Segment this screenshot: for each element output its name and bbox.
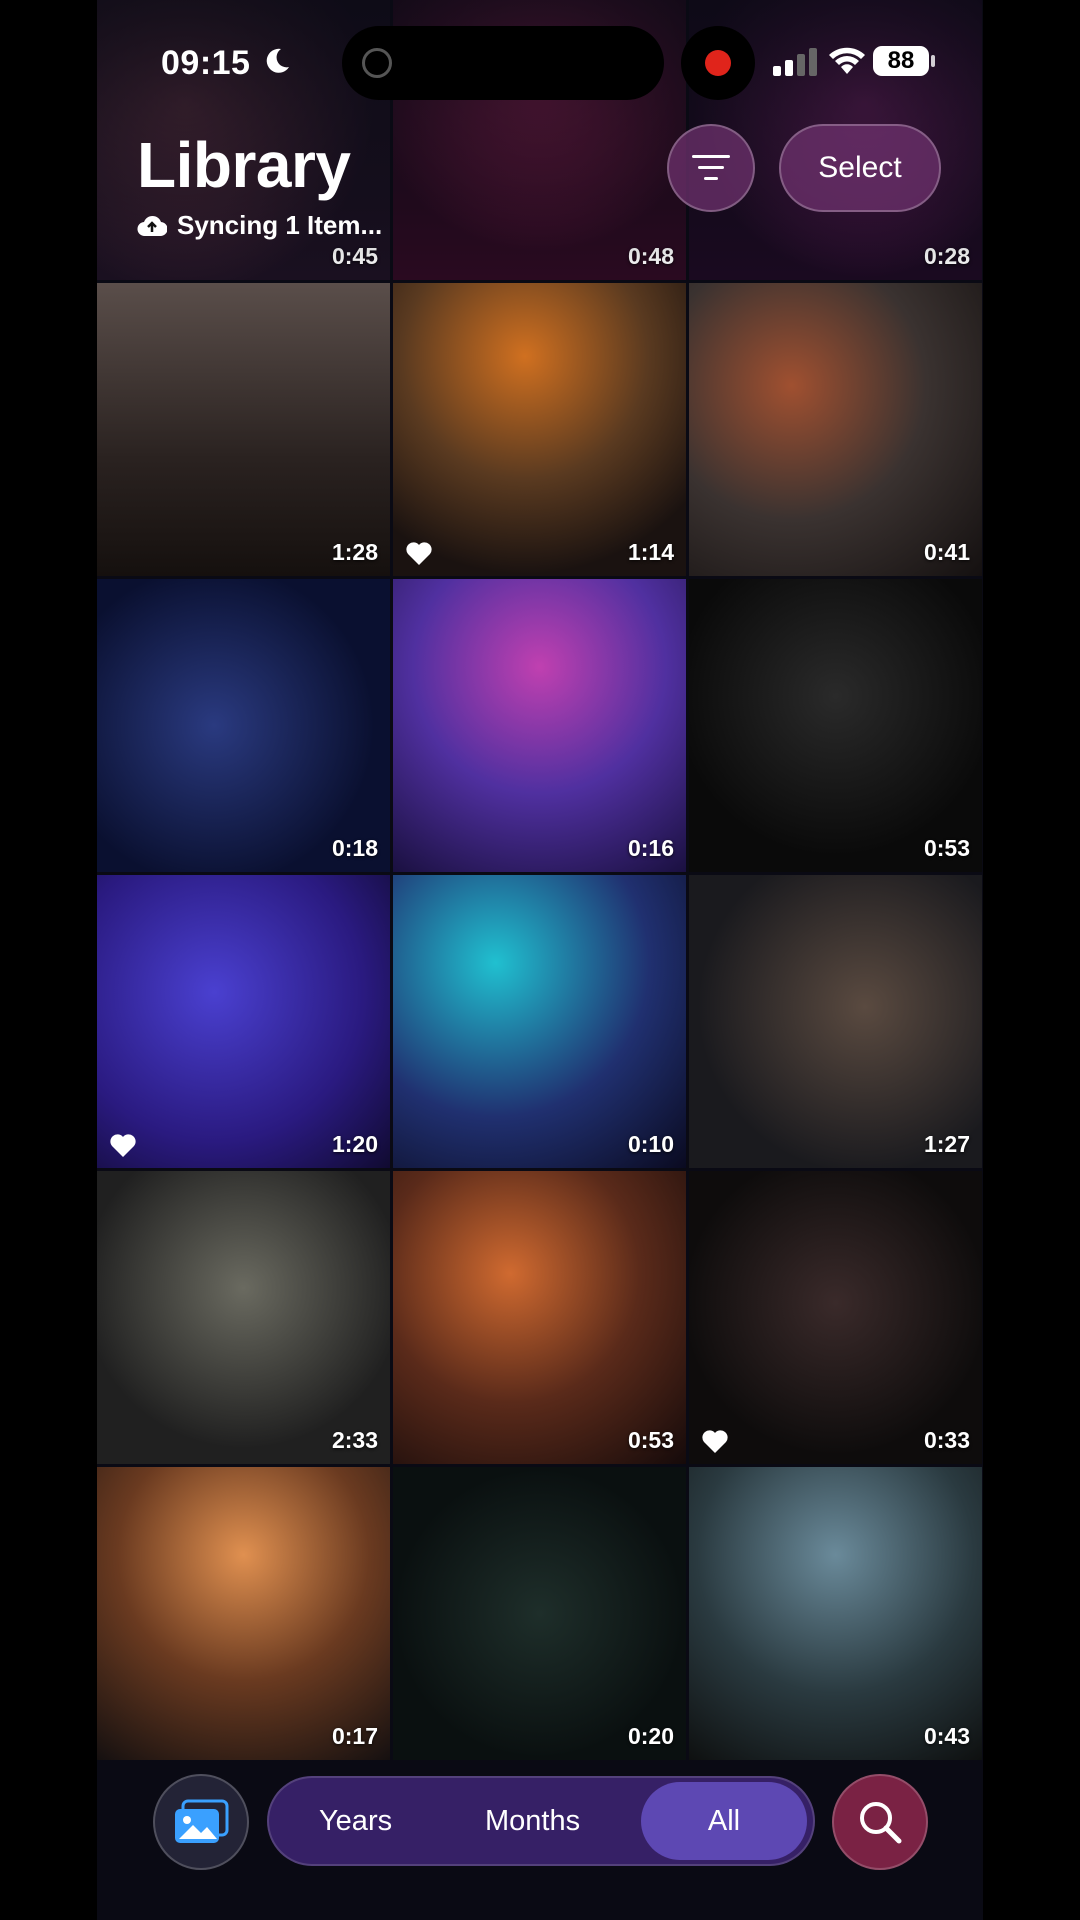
video-thumbnail[interactable]: 2:33 — [97, 1171, 390, 1464]
tab-all[interactable]: All — [641, 1782, 807, 1860]
moon-icon — [266, 48, 289, 73]
video-thumbnail[interactable]: 0:53 — [689, 579, 982, 872]
photos-app-screen: 0:450:480:281:281:140:410:180:160:531:20… — [97, 0, 983, 1920]
video-duration: 0:43 — [923, 1723, 970, 1749]
search-button[interactable] — [832, 1774, 928, 1870]
screen-recording-icon — [681, 26, 755, 100]
page-title: Library — [137, 129, 351, 201]
wifi-icon — [829, 47, 865, 74]
video-thumbnail[interactable]: 1:14 — [393, 283, 686, 576]
video-thumbnail[interactable]: 1:27 — [689, 875, 982, 1168]
favorite-heart-icon — [702, 1430, 728, 1453]
favorite-heart-icon — [110, 1134, 136, 1157]
photo-library-button[interactable] — [153, 1774, 249, 1870]
photo-library-icon — [175, 1799, 229, 1843]
battery-tip — [931, 55, 935, 67]
sync-status-text: Syncing 1 Item... — [177, 210, 383, 240]
video-thumbnail[interactable]: 1:28 — [97, 283, 390, 576]
video-duration: 0:53 — [923, 835, 970, 861]
video-duration: 0:33 — [923, 1427, 970, 1453]
search-icon — [860, 1802, 902, 1844]
video-thumbnail[interactable]: 1:20 — [97, 875, 390, 1168]
tab-months[interactable]: Months — [485, 1778, 580, 1864]
tab-years[interactable]: Years — [319, 1778, 392, 1864]
video-thumbnail[interactable]: 0:53 — [393, 1171, 686, 1464]
video-duration: 0:10 — [627, 1131, 674, 1157]
video-thumbnail[interactable]: 0:18 — [97, 579, 390, 872]
filter-lines-icon — [692, 155, 730, 180]
video-duration: 1:20 — [331, 1131, 378, 1157]
battery-indicator: 88 — [873, 46, 929, 76]
video-duration: 0:16 — [627, 835, 674, 861]
video-duration: 1:28 — [331, 539, 378, 565]
video-thumbnail[interactable]: 0:43 — [689, 1467, 982, 1760]
select-button[interactable]: Select — [779, 124, 941, 212]
video-duration: 0:53 — [627, 1427, 674, 1453]
video-duration: 0:17 — [331, 1723, 378, 1749]
video-thumbnail[interactable]: 0:16 — [393, 579, 686, 872]
video-duration: 2:33 — [331, 1427, 378, 1453]
video-thumbnail[interactable]: 0:33 — [689, 1171, 982, 1464]
cloud-sync-icon — [137, 215, 167, 236]
status-time: 09:15 — [161, 44, 251, 82]
dynamic-island — [342, 26, 664, 100]
video-thumbnail[interactable]: 0:10 — [393, 875, 686, 1168]
view-mode-segmented-control: Years Months All — [267, 1776, 815, 1866]
sync-status: Syncing 1 Item... — [137, 210, 382, 241]
cellular-signal-icon — [773, 48, 817, 76]
video-thumbnail[interactable]: 0:41 — [689, 283, 982, 576]
status-bar: 09:15 88 — [97, 0, 983, 110]
video-duration: 0:20 — [627, 1723, 674, 1749]
video-duration: 1:27 — [923, 1131, 970, 1157]
video-duration: 0:18 — [331, 835, 378, 861]
video-thumbnail[interactable]: 0:17 — [97, 1467, 390, 1760]
video-duration: 1:14 — [627, 539, 674, 565]
favorite-heart-icon — [406, 542, 432, 565]
video-thumbnail[interactable]: 0:20 — [393, 1467, 686, 1760]
bottom-toolbar: Years Months All — [97, 1768, 983, 1870]
filter-button[interactable] — [667, 124, 755, 212]
activity-icon — [362, 48, 392, 78]
video-duration: 0:41 — [923, 539, 970, 565]
